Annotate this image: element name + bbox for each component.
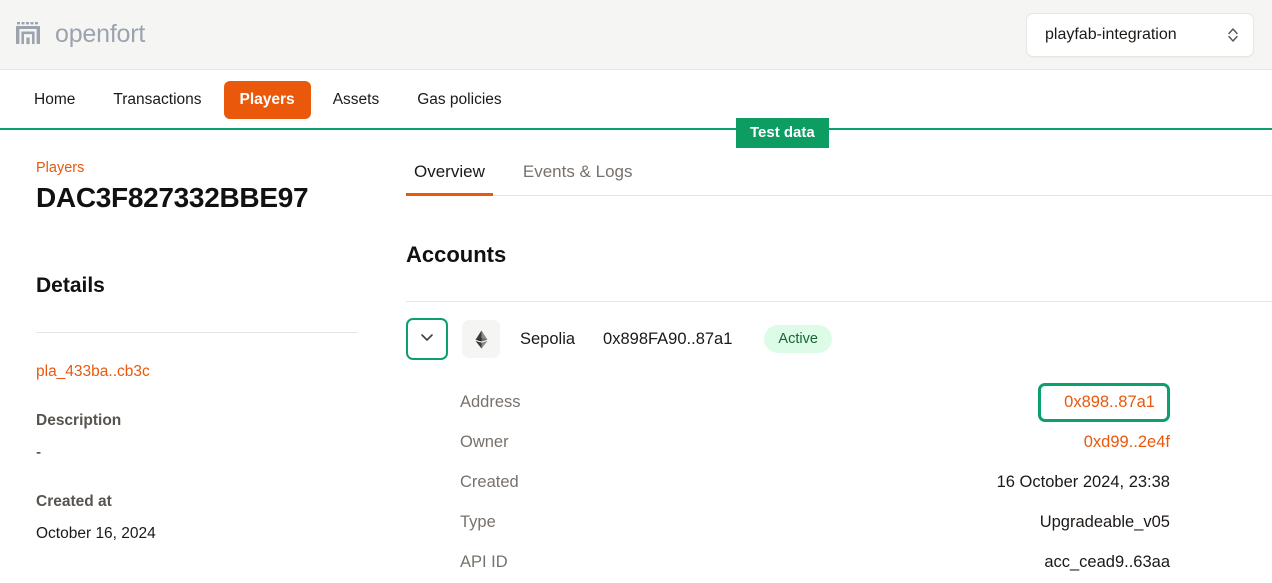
status-badge: Active [764,325,832,353]
page-title: DAC3F827332BBE97 [36,182,358,214]
field-value-description: - [36,444,358,462]
chevron-down-icon [418,328,436,351]
detail-label-owner: Owner [460,433,750,452]
breadcrumb[interactable]: Players [36,160,358,176]
detail-value-owner[interactable]: 0xd99..2e4f [750,433,1170,452]
main-navigation: Home Transactions Players Assets Gas pol… [0,70,1272,130]
openfort-logo-icon [16,22,46,48]
detail-value-address[interactable]: 0x898..87a1 [1038,383,1170,422]
detail-label-created: Created [460,473,750,492]
brand: openfort [16,20,145,49]
field-label-description: Description [36,412,358,430]
content-tabs: Overview Events & Logs [406,130,1272,196]
project-name: playfab-integration [1045,26,1177,44]
detail-label-api-id: API ID [460,553,750,572]
test-data-badge: Test data [736,118,829,148]
detail-row-created: Created 16 October 2024, 23:38 [406,462,1272,502]
page-body: Players DAC3F827332BBE97 Details pla_433… [0,130,1272,583]
tab-overview[interactable]: Overview [406,162,493,196]
player-id-link[interactable]: pla_433ba..cb3c [36,363,358,381]
player-main-panel: Test data Overview Events & Logs Account… [394,130,1272,583]
detail-row-owner: Owner 0xd99..2e4f [406,422,1272,462]
nav-item-players[interactable]: Players [224,81,311,119]
field-value-created-at: October 16, 2024 [36,525,358,543]
account-address-short: 0x898FA90..87a1 [603,330,732,349]
account-row: Sepolia 0x898FA90..87a1 Active [406,302,1272,360]
detail-row-api-id: API ID acc_cead9..63aa [406,542,1272,582]
account-chain-name: Sepolia [520,330,575,349]
brand-name: openfort [55,20,145,49]
field-label-created-at: Created at [36,493,358,511]
ethereum-icon [462,320,500,358]
nav-item-home[interactable]: Home [18,81,91,119]
account-expand-button[interactable] [406,318,448,360]
details-heading: Details [36,274,358,298]
detail-value-type: Upgradeable_v05 [750,513,1170,532]
detail-row-address: Address 0x898..87a1 [406,382,1272,422]
app-header: openfort playfab-integration [0,0,1272,70]
nav-item-assets[interactable]: Assets [317,81,396,119]
tab-events-logs[interactable]: Events & Logs [515,162,641,196]
detail-label-address: Address [460,393,750,412]
account-detail-table: Address 0x898..87a1 Owner 0xd99..2e4f Cr… [406,382,1272,582]
chevron-up-down-icon [1227,26,1239,44]
project-selector[interactable]: playfab-integration [1026,13,1254,57]
detail-value-api-id: acc_cead9..63aa [750,553,1170,572]
detail-value-created: 16 October 2024, 23:38 [750,473,1170,492]
details-divider [36,332,358,333]
player-sidebar: Players DAC3F827332BBE97 Details pla_433… [0,130,394,583]
detail-row-type: Type Upgradeable_v05 [406,502,1272,542]
detail-label-type: Type [460,513,750,532]
accounts-heading: Accounts [406,242,1272,268]
nav-item-gas-policies[interactable]: Gas policies [401,81,517,119]
nav-item-transactions[interactable]: Transactions [97,81,217,119]
